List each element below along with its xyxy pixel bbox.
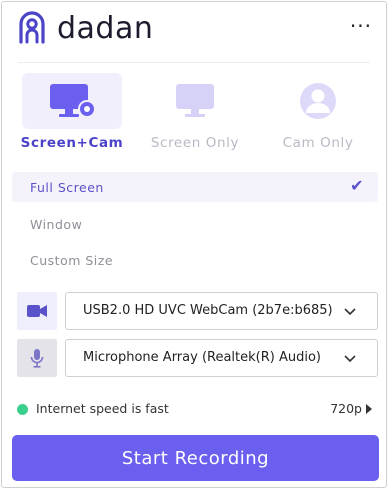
more-options-button[interactable]: ··· [350,16,372,36]
monitor-icon [176,84,214,117]
user-icon [300,83,336,119]
mode-screen-only[interactable]: Screen Only [135,73,255,158]
caret-right-icon[interactable] [366,404,372,414]
screen-cam-icon [50,84,96,118]
option-custom-size-label: Custom Size [30,253,114,268]
option-custom-size[interactable]: Custom Size [12,245,378,275]
camera-select[interactable]: USB2.0 HD UVC WebCam (2b7e:b685) [65,292,378,330]
chevron-down-icon [344,355,356,363]
microphone-toggle[interactable] [17,339,57,377]
mode-cam-only[interactable]: Cam Only [258,73,378,158]
resolution-selector[interactable]: 720p [330,401,362,416]
mode-screen-cam[interactable]: Screen+Cam [12,73,132,158]
brand-name: dadan [57,11,154,46]
option-window[interactable]: Window [12,209,378,239]
mode-cam-only-label: Cam Only [282,135,354,151]
header-divider [18,62,370,63]
start-recording-button[interactable]: Start Recording [12,435,379,481]
mode-screen-only-label: Screen Only [150,135,240,151]
microphone-icon [30,349,44,368]
option-full-screen-label: Full Screen [30,180,104,195]
video-camera-icon [27,305,47,317]
microphone-select[interactable]: Microphone Array (Realtek(R) Audio) [65,339,378,377]
chevron-down-icon [344,308,356,316]
option-full-screen[interactable]: Full Screen ✔ [12,172,378,202]
recorder-panel: dadan ··· Screen+Cam Screen Only Cam Onl… [1,1,387,488]
internet-speed-status: Internet speed is fast [36,401,169,416]
check-icon: ✔ [350,176,364,195]
option-window-label: Window [30,217,83,232]
status-dot [17,404,28,415]
dadan-logo-icon [19,11,45,44]
mode-screen-cam-label: Screen+Cam [20,135,124,151]
microphone-select-value: Microphone Array (Realtek(R) Audio) [83,350,321,365]
camera-toggle[interactable] [17,292,57,330]
camera-select-value: USB2.0 HD UVC WebCam (2b7e:b685) [83,303,333,318]
